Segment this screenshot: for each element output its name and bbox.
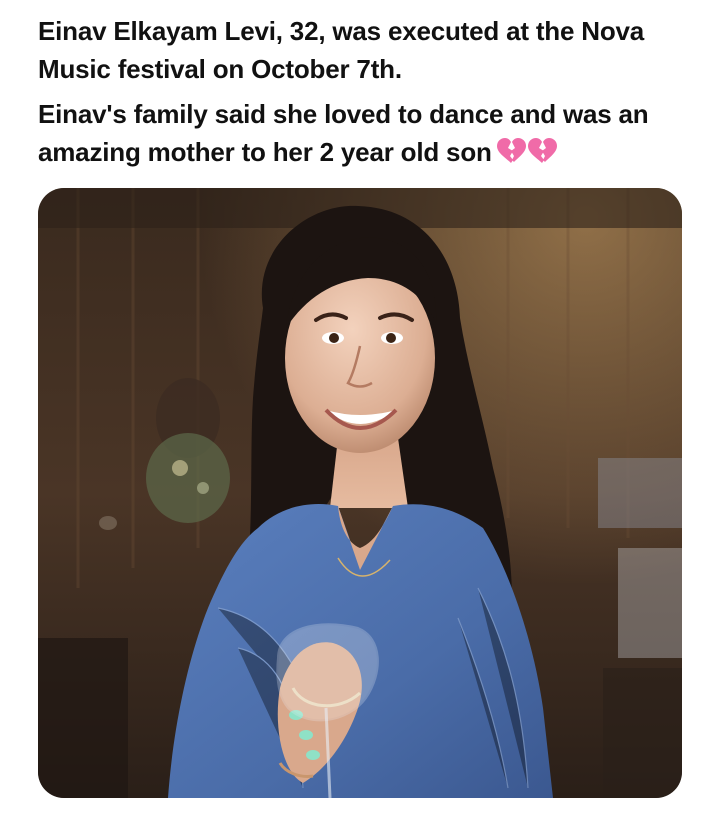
social-post: Einav Elkayam Levi, 32, was executed at …	[0, 0, 712, 817]
post-photo[interactable]	[38, 188, 682, 798]
caption-paragraph-1: Einav Elkayam Levi, 32, was executed at …	[38, 16, 645, 84]
caption-paragraph-2: Einav's family said she loved to dance a…	[38, 95, 688, 171]
portrait-photo	[38, 188, 682, 798]
broken-heart-emojis	[496, 137, 558, 165]
broken-heart-icon	[496, 138, 557, 163]
post-caption: Einav Elkayam Levi, 32, was executed at …	[38, 12, 688, 171]
